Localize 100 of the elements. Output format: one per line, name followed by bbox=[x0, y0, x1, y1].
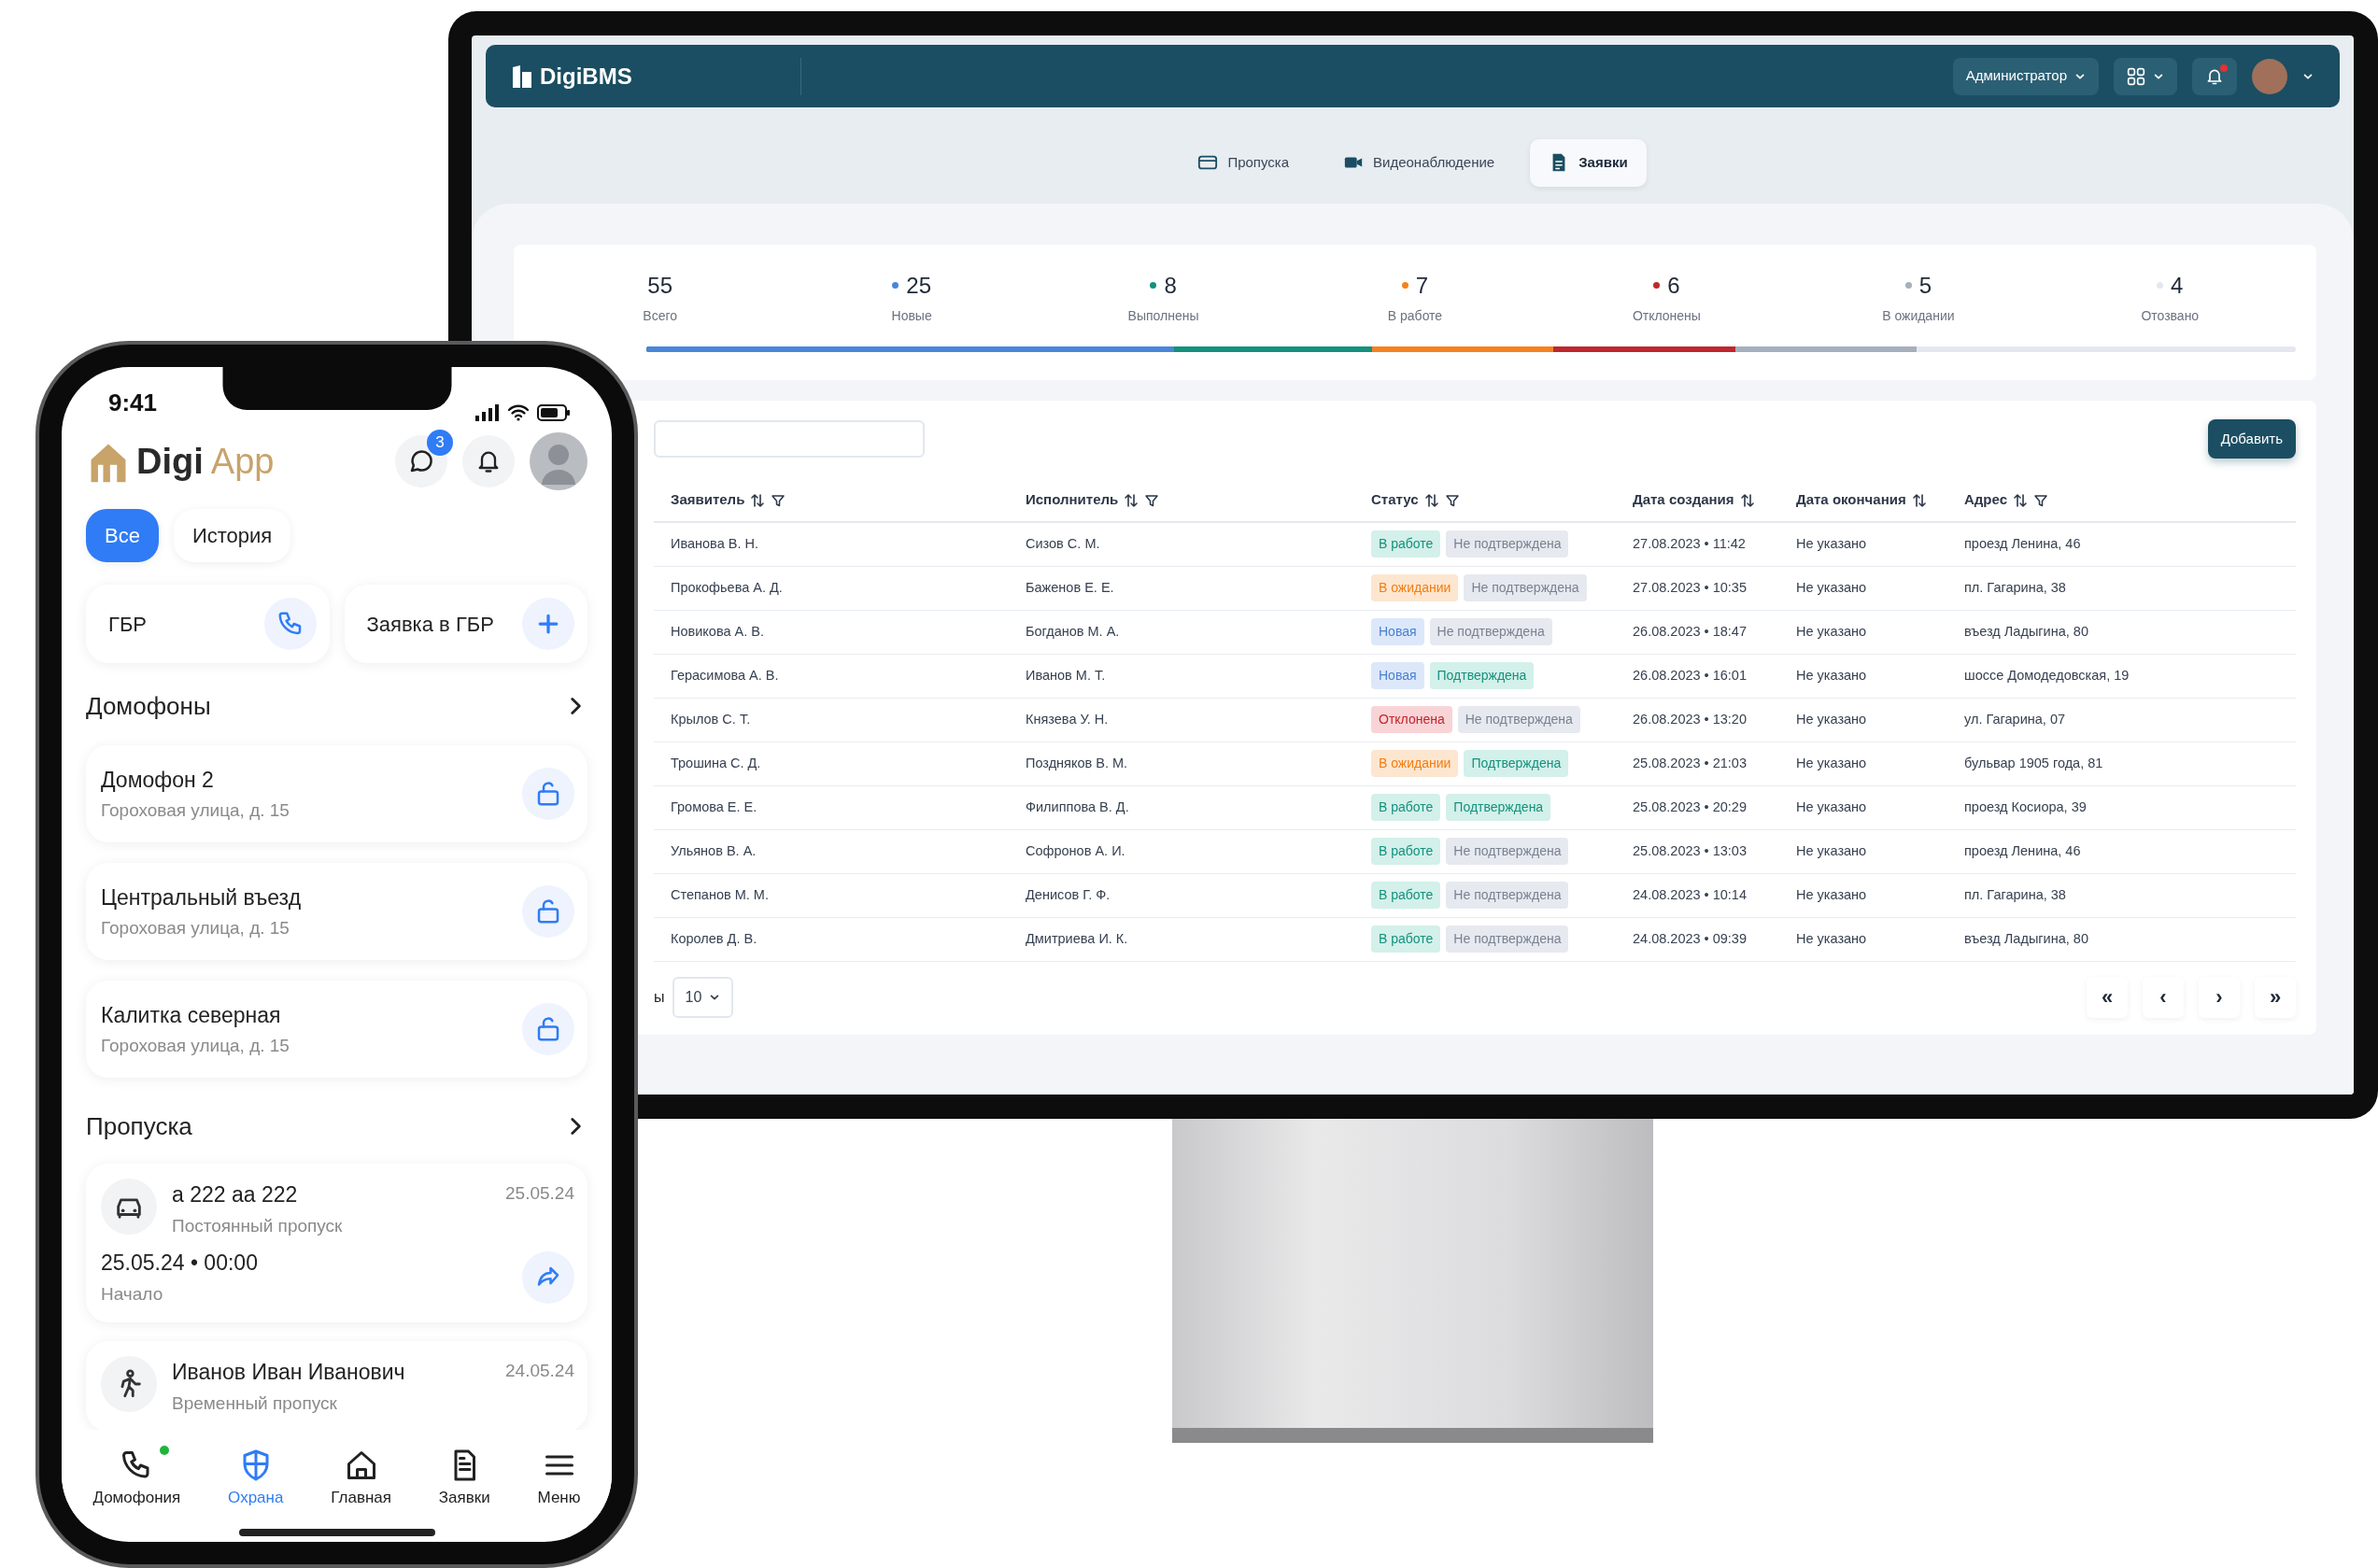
table-cell: Не указано bbox=[1779, 742, 1947, 785]
unlock-button[interactable] bbox=[522, 885, 574, 938]
nav-item[interactable]: Меню bbox=[531, 1448, 587, 1511]
signal-icon bbox=[475, 404, 500, 421]
action-card[interactable]: ГБР bbox=[86, 585, 330, 663]
notifications-button[interactable] bbox=[2192, 57, 2237, 95]
sort-icon[interactable] bbox=[1124, 492, 1139, 508]
search-field[interactable] bbox=[654, 419, 925, 458]
table-cell: въезд Ладыгина, 80 bbox=[1947, 610, 2296, 654]
filter-icon[interactable] bbox=[771, 492, 786, 508]
nav-item[interactable]: Охрана bbox=[222, 1448, 290, 1511]
table-cell: проезд Ленина, 46 bbox=[1947, 829, 2296, 873]
table-cell: Громова Е. Е. bbox=[654, 785, 1009, 829]
tab[interactable]: Заявки bbox=[1530, 139, 1647, 187]
table-cell: ул. Гагарина, 07 bbox=[1947, 698, 2296, 742]
grid-icon bbox=[2127, 66, 2145, 86]
intercom-card[interactable]: Центральный въезд Гороховая улица, д. 15 bbox=[86, 863, 587, 960]
intercom-card[interactable]: Калитка северная Гороховая улица, д. 15 bbox=[86, 981, 587, 1078]
stat-value: 8 bbox=[1164, 271, 1177, 300]
sort-icon[interactable] bbox=[750, 492, 766, 508]
confirmation-badge: Не подтверждена bbox=[1429, 618, 1552, 645]
table-cell: Не указано bbox=[1779, 829, 1947, 873]
pass-date: 24.05.24 bbox=[505, 1360, 574, 1382]
logo-text: Digi bbox=[136, 440, 204, 483]
apps-dropdown[interactable] bbox=[2114, 57, 2177, 95]
table-cell: 24.08.2023 • 10:14 bbox=[1616, 873, 1779, 917]
avatar[interactable] bbox=[530, 432, 587, 490]
table-cell: Не указано bbox=[1779, 566, 1947, 610]
pass-title: Иванов Иван Иванович bbox=[172, 1359, 406, 1386]
confirmation-badge: Не подтверждена bbox=[1446, 925, 1569, 953]
column-header: Дата создания bbox=[1633, 490, 1734, 510]
stat-value: 7 bbox=[1415, 271, 1429, 300]
unlock-button[interactable] bbox=[522, 1003, 574, 1055]
tab[interactable]: Пропуска bbox=[1179, 139, 1309, 187]
count-badge: 3 bbox=[427, 430, 453, 456]
confirmation-badge: Подтверждена bbox=[1464, 750, 1569, 777]
unlock-button[interactable] bbox=[522, 768, 574, 820]
stat-value: 5 bbox=[1918, 271, 1932, 300]
sort-icon[interactable] bbox=[1423, 492, 1439, 508]
table-cell: Не указано bbox=[1779, 522, 1947, 566]
sort-icon[interactable] bbox=[1739, 492, 1755, 508]
status-badge: В работе bbox=[1371, 882, 1441, 909]
table-cell: Филиппова В. Д. bbox=[1009, 785, 1354, 829]
table-cell: 24.08.2023 • 09:39 bbox=[1616, 917, 1779, 961]
column-header: Исполнитель bbox=[1026, 490, 1119, 510]
wifi-icon bbox=[507, 404, 530, 421]
confirmation-badge: Не подтверждена bbox=[1446, 530, 1569, 558]
table-cell: Трошина С. Д. bbox=[654, 742, 1009, 785]
nav-item[interactable]: Домофония bbox=[87, 1448, 187, 1511]
table-cell: Сизов С. М. bbox=[1009, 522, 1354, 566]
action-card[interactable]: Заявка в ГБР bbox=[344, 585, 587, 663]
column-header: Заявитель bbox=[671, 490, 745, 510]
table-cell: Степанов М. М. bbox=[654, 873, 1009, 917]
stat-label: В ожидании bbox=[1881, 306, 1956, 325]
tab[interactable]: История bbox=[173, 509, 291, 562]
intercom-name: Центральный въезд bbox=[101, 883, 302, 911]
nav-item[interactable]: Заявки bbox=[432, 1448, 496, 1511]
sort-icon[interactable] bbox=[1911, 492, 1927, 508]
action-label: Заявка в ГБР bbox=[366, 611, 494, 638]
status-badge: В ожидании bbox=[1371, 574, 1459, 601]
pagination-button[interactable]: › bbox=[2199, 976, 2240, 1018]
status-badge: Новая bbox=[1371, 618, 1424, 645]
filter-icon[interactable] bbox=[1144, 492, 1160, 508]
tab[interactable]: Видеонаблюдение bbox=[1324, 139, 1514, 187]
filter-icon[interactable] bbox=[2033, 492, 2048, 508]
tab[interactable]: Все bbox=[86, 509, 159, 562]
column-header: Дата окончания bbox=[1796, 490, 1906, 510]
pass-card[interactable]: Иванов Иван Иванович Временный пропуск 24.05.24 bbox=[86, 1341, 587, 1430]
section-title: Домофоны bbox=[86, 690, 211, 722]
stat-label: Отклонены bbox=[1631, 306, 1702, 325]
table-cell: 27.08.2023 • 10:35 bbox=[1616, 566, 1779, 610]
filter-icon[interactable] bbox=[1444, 492, 1460, 508]
logo-text: App bbox=[210, 440, 275, 483]
clock: 9:41 bbox=[108, 388, 158, 418]
role-dropdown[interactable]: Администратор bbox=[1952, 57, 2099, 95]
table-cell: Не указано bbox=[1779, 698, 1947, 742]
sort-icon[interactable] bbox=[2013, 492, 2028, 508]
pass-card[interactable]: а 222 аа 222 Постоянный пропуск 25.05.24 25.05.24 • 00:00 Начало bbox=[86, 1164, 587, 1322]
stat-label: Выполнены bbox=[1126, 306, 1200, 325]
status-badge: Новая bbox=[1371, 662, 1424, 689]
pagination-button[interactable]: « bbox=[2087, 976, 2128, 1018]
page-size-select[interactable]: 10 bbox=[672, 976, 734, 1018]
table-cell: Баженов Е. Е. bbox=[1009, 566, 1354, 610]
table-cell: Прокофьева А. Д. bbox=[654, 566, 1009, 610]
intercom-card[interactable]: Домофон 2 Гороховая улица, д. 15 bbox=[86, 745, 587, 842]
table-cell: Не указано bbox=[1779, 785, 1947, 829]
nav-item[interactable]: Главная bbox=[325, 1448, 397, 1511]
status-badge: В работе bbox=[1371, 530, 1441, 558]
brand-name: DigiBMS bbox=[540, 62, 632, 91]
pagination-button[interactable]: » bbox=[2255, 976, 2296, 1018]
confirmation-badge: Не подтверждена bbox=[1446, 838, 1569, 865]
pass-title: а 222 аа 222 bbox=[172, 1181, 299, 1208]
status-badge: В работе bbox=[1371, 794, 1441, 821]
add-button[interactable]: Добавить bbox=[2207, 418, 2296, 459]
table-cell: 25.08.2023 • 13:03 bbox=[1616, 829, 1779, 873]
rows-label: ы bbox=[654, 987, 665, 1007]
column-header: Адрес bbox=[1964, 490, 2007, 510]
pagination-button[interactable]: ‹ bbox=[2143, 976, 2184, 1018]
avatar bbox=[2252, 58, 2287, 94]
table-cell: 26.08.2023 • 16:01 bbox=[1616, 654, 1779, 698]
